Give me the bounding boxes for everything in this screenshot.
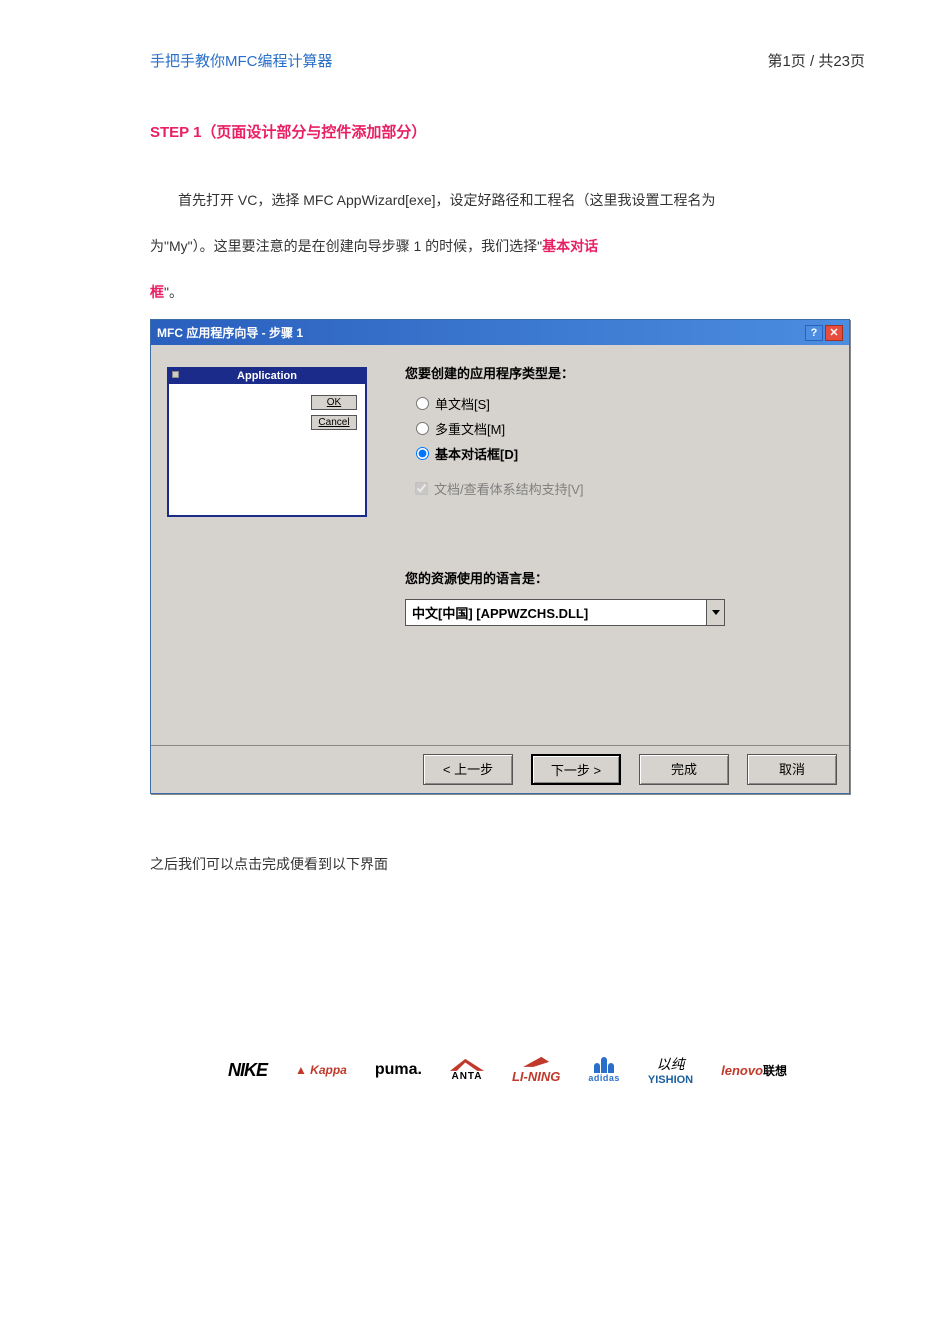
para1-a: 首先打开 VC，选择 MFC AppWizard[exe]，设定好路径和工程名（… [178,192,716,208]
page-indicator: 第1页 / 共23页 [767,50,865,71]
lining-icon [523,1057,549,1067]
lenovo-en: lenovo [721,1063,763,1078]
lining-text: LI-NING [512,1069,560,1084]
dialog-title: MFC 应用程序向导 - 步骤 1 [157,324,303,341]
adidas-logo: adidas [588,1057,620,1083]
wizard-dialog: MFC 应用程序向导 - 步骤 1 ? ✕ Application OK Can… [150,319,850,794]
radio-dialog-based[interactable]: 基本对话框[D] [411,444,833,463]
question-language: 您的资源使用的语言是： [405,568,833,587]
radio-multi-doc[interactable]: 多重文档[M] [411,419,833,438]
dialog-footer: < 上一步 下一步 > 完成 取消 [151,745,849,793]
highlight-2: 框 [150,284,164,300]
lining-logo: LI-NING [512,1057,560,1084]
close-button[interactable]: ✕ [825,325,843,341]
dialog-titlebar: MFC 应用程序向导 - 步骤 1 ? ✕ [151,320,849,345]
anta-icon [450,1059,484,1071]
checkbox-docview-label: 文档/查看体系结构支持[V] [434,482,584,497]
help-button[interactable]: ? [805,325,823,341]
anta-text: ANTA [451,1071,482,1082]
next-button[interactable]: 下一步 > [531,754,621,785]
lenovo-cn: 联想 [763,1064,787,1078]
radio-dialog-based-label: 基本对话框[D] [435,447,518,462]
puma-logo: puma. [375,1061,422,1079]
back-button[interactable]: < 上一步 [423,754,513,785]
question-app-type: 您要创建的应用程序类型是： [405,363,833,382]
yishion-en: YISHION [648,1074,693,1086]
para1-c: "。 [164,284,183,300]
chevron-down-icon [712,610,720,615]
checkbox-docview: 文档/查看体系结构支持[V] [411,479,833,498]
radio-multi-doc-input[interactable] [416,422,429,435]
preview-pane: Application OK Cancel [167,367,367,517]
finish-button[interactable]: 完成 [639,754,729,785]
radio-dialog-based-input[interactable] [416,447,429,460]
checkbox-docview-input [415,482,428,495]
radio-multi-doc-label: 多重文档[M] [435,422,505,437]
preview-title: Application [169,369,365,384]
brand-logo-strip: NIKE ▲ Kappa puma. ANTA LI-NING adidas 以… [150,1054,865,1086]
yishion-logo: 以纯 YISHION [648,1054,693,1086]
preview-title-text: Application [237,370,297,382]
preview-cancel-button: Cancel [311,415,357,430]
para1-b: 为"My"）。这里要注意的是在创建向导步骤 1 的时候，我们选择" [150,238,542,254]
radio-single-doc-input[interactable] [416,397,429,410]
yishion-cn: 以纯 [657,1054,685,1074]
language-combobox[interactable]: 中文[中国] [APPWZCHS.DLL] [405,599,725,626]
adidas-text: adidas [588,1073,620,1083]
paragraph-after: 之后我们可以点击完成便看到以下界面 [150,854,865,874]
system-menu-icon [172,371,179,378]
combobox-dropdown-button[interactable] [706,600,724,625]
nike-logo: NIKE [228,1060,267,1081]
cancel-button[interactable]: 取消 [747,754,837,785]
adidas-icon [594,1057,614,1073]
radio-single-doc-label: 单文档[S] [435,397,490,412]
paragraph-1: 首先打开 VC，选择 MFC AppWizard[exe]，设定好路径和工程名（… [150,182,865,220]
language-value: 中文[中国] [APPWZCHS.DLL] [406,600,706,625]
highlight-1: 基本对话 [542,238,598,254]
lenovo-logo: lenovo联想 [721,1062,787,1079]
kappa-logo: ▲ Kappa [295,1063,347,1077]
anta-logo: ANTA [450,1059,484,1082]
radio-single-doc[interactable]: 单文档[S] [411,394,833,413]
doc-title: 手把手教你MFC编程计算器 [150,50,333,71]
preview-ok-button: OK [311,395,357,410]
paragraph-1b: 为"My"）。这里要注意的是在创建向导步骤 1 的时候，我们选择"基本对话 [150,228,865,266]
paragraph-1c: 框"。 [150,274,865,312]
step-heading: STEP 1（页面设计部分与控件添加部分） [150,121,865,142]
